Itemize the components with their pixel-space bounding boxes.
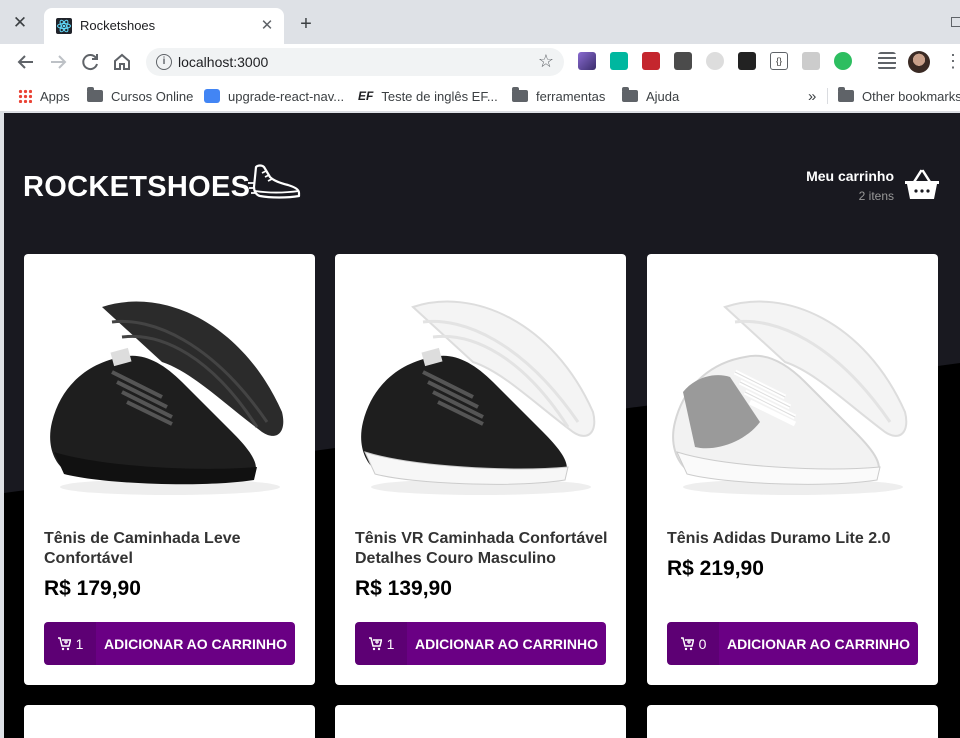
- product-card: [335, 705, 626, 738]
- forward-arrow-icon[interactable]: [46, 50, 70, 74]
- shield-extension-icon[interactable]: [674, 52, 692, 70]
- shopping-basket-icon: [905, 169, 939, 199]
- eyedropper-extension-icon[interactable]: [578, 52, 596, 70]
- address-bar[interactable]: i localhost:3000 ☆: [146, 48, 564, 76]
- folder-icon: [838, 87, 854, 102]
- tab-title: Rocketshoes: [80, 18, 156, 33]
- tab-strip: ✕ Rocketshoes ✕ +: [0, 0, 960, 44]
- bookmark-label: Other bookmarks: [862, 88, 960, 104]
- page-viewport: ROCKETSHOES Meu carrinho 2 itens Tênis d…: [4, 113, 960, 738]
- cart-quantity-value: 1: [386, 635, 395, 652]
- bookmark-label: Cursos Online: [111, 88, 194, 104]
- product-card: Tênis Adidas Duramo Lite 2.0 R$ 219,90 0…: [647, 254, 938, 685]
- bookmark-apps[interactable]: Apps: [18, 87, 70, 105]
- product-title: Tênis Adidas Duramo Lite 2.0: [667, 530, 891, 547]
- add-to-cart-button[interactable]: 0 ADICIONAR AO CARRINHO: [667, 622, 918, 665]
- cart-count: 2 itens: [858, 188, 894, 203]
- info-icon[interactable]: i: [156, 54, 172, 70]
- product-card: [647, 705, 938, 738]
- ef-icon: EF: [358, 89, 374, 103]
- add-shopping-cart-icon: [368, 636, 382, 650]
- bookmarks-bar: Apps Cursos Online upgrade-react-nav... …: [0, 80, 960, 112]
- profile-avatar[interactable]: [908, 51, 930, 73]
- add-to-cart-label: ADICIONAR AO CARRINHO: [103, 635, 288, 652]
- add-to-cart-button[interactable]: 1 ADICIONAR AO CARRINHO: [44, 622, 295, 665]
- cart-title: Meu carrinho: [806, 167, 894, 184]
- dark-extension-icon[interactable]: [738, 52, 756, 70]
- product-image[interactable]: [42, 282, 297, 507]
- grey-extension-icon[interactable]: [706, 52, 724, 70]
- apps-grid-icon: [18, 89, 32, 103]
- bookmark-cursos-online[interactable]: Cursos Online: [87, 87, 193, 105]
- product-title: Tênis de Caminhada Leve Confortável: [44, 530, 241, 567]
- tab-close-icon[interactable]: ✕: [258, 17, 276, 35]
- running-shoe-logo-icon: [248, 164, 301, 199]
- bookmark-teste-ingles[interactable]: EF Teste de inglês EF...: [358, 87, 498, 105]
- menu-dots-icon[interactable]: ⋮: [944, 52, 960, 70]
- url-text[interactable]: localhost:3000: [178, 54, 268, 70]
- cart-quantity-value: 0: [698, 635, 707, 652]
- red-extension-icon[interactable]: [642, 52, 660, 70]
- folder-icon: [87, 87, 103, 102]
- add-shopping-cart-icon: [680, 636, 694, 650]
- bookmark-other[interactable]: Other bookmarks: [838, 87, 960, 105]
- product-price: R$ 219,90: [667, 557, 764, 580]
- product-title: Tênis VR Caminhada Confortável Detalhes …: [355, 530, 608, 567]
- add-to-cart-button[interactable]: 1 ADICIONAR AO CARRINHO: [355, 622, 606, 665]
- divider: [827, 88, 828, 104]
- back-arrow-icon[interactable]: [14, 50, 38, 74]
- json-extension-icon[interactable]: {}: [770, 52, 788, 70]
- close-icon[interactable]: ✕: [10, 13, 30, 33]
- window-restore-icon[interactable]: [951, 17, 960, 27]
- browser-tab[interactable]: Rocketshoes ✕: [44, 8, 284, 44]
- product-card: Tênis de Caminhada Leve Confortável R$ 1…: [24, 254, 315, 685]
- cart-summary: Meu carrinho 2 itens: [806, 168, 894, 203]
- m-extension-icon[interactable]: [802, 52, 820, 70]
- evernote-extension-icon[interactable]: [834, 52, 852, 70]
- home-icon[interactable]: [110, 50, 134, 74]
- bookmark-ajuda[interactable]: Ajuda: [622, 87, 679, 105]
- product-image[interactable]: [665, 282, 920, 507]
- media-queue-icon[interactable]: [878, 52, 896, 70]
- new-tab-plus-icon[interactable]: +: [296, 14, 316, 34]
- bookmark-label: Ajuda: [646, 88, 680, 104]
- folder-icon: [622, 87, 638, 102]
- cart-quantity: 1: [355, 622, 407, 665]
- reload-icon[interactable]: [78, 50, 102, 74]
- logo-text[interactable]: ROCKETSHOES: [23, 171, 250, 204]
- bookmark-label: ferramentas: [536, 88, 606, 104]
- product-card: [24, 705, 315, 738]
- add-to-cart-label: ADICIONAR AO CARRINHO: [414, 635, 599, 652]
- product-price: R$ 179,90: [44, 577, 141, 600]
- cart-quantity: 0: [667, 622, 719, 665]
- add-shopping-cart-icon: [57, 636, 71, 650]
- product-image[interactable]: [353, 282, 608, 507]
- browser-toolbar: i localhost:3000 ☆ {} ⋮: [0, 44, 960, 80]
- bookmark-ferramentas[interactable]: ferramentas: [512, 87, 605, 105]
- cart-quantity-value: 1: [75, 635, 84, 652]
- bookmark-label: Apps: [40, 88, 70, 104]
- bookmark-label: upgrade-react-nav...: [228, 88, 345, 104]
- cart-quantity: 1: [44, 622, 96, 665]
- cart-link[interactable]: Meu carrinho 2 itens: [806, 165, 940, 205]
- bookmarks-overflow-chevron-icon[interactable]: »: [808, 87, 816, 105]
- folder-icon: [512, 87, 528, 102]
- bookmark-star-icon[interactable]: ☆: [538, 51, 554, 72]
- bookmark-upgrade-react-nav[interactable]: upgrade-react-nav...: [204, 87, 344, 105]
- product-card: Tênis VR Caminhada Confortável Detalhes …: [335, 254, 626, 685]
- notion-extension-icon[interactable]: [610, 52, 628, 70]
- bookmark-label: Teste de inglês EF...: [381, 88, 498, 104]
- add-to-cart-label: ADICIONAR AO CARRINHO: [726, 635, 911, 652]
- google-cloud-icon: [204, 89, 220, 103]
- react-favicon-icon: [56, 18, 72, 34]
- product-price: R$ 139,90: [355, 577, 452, 600]
